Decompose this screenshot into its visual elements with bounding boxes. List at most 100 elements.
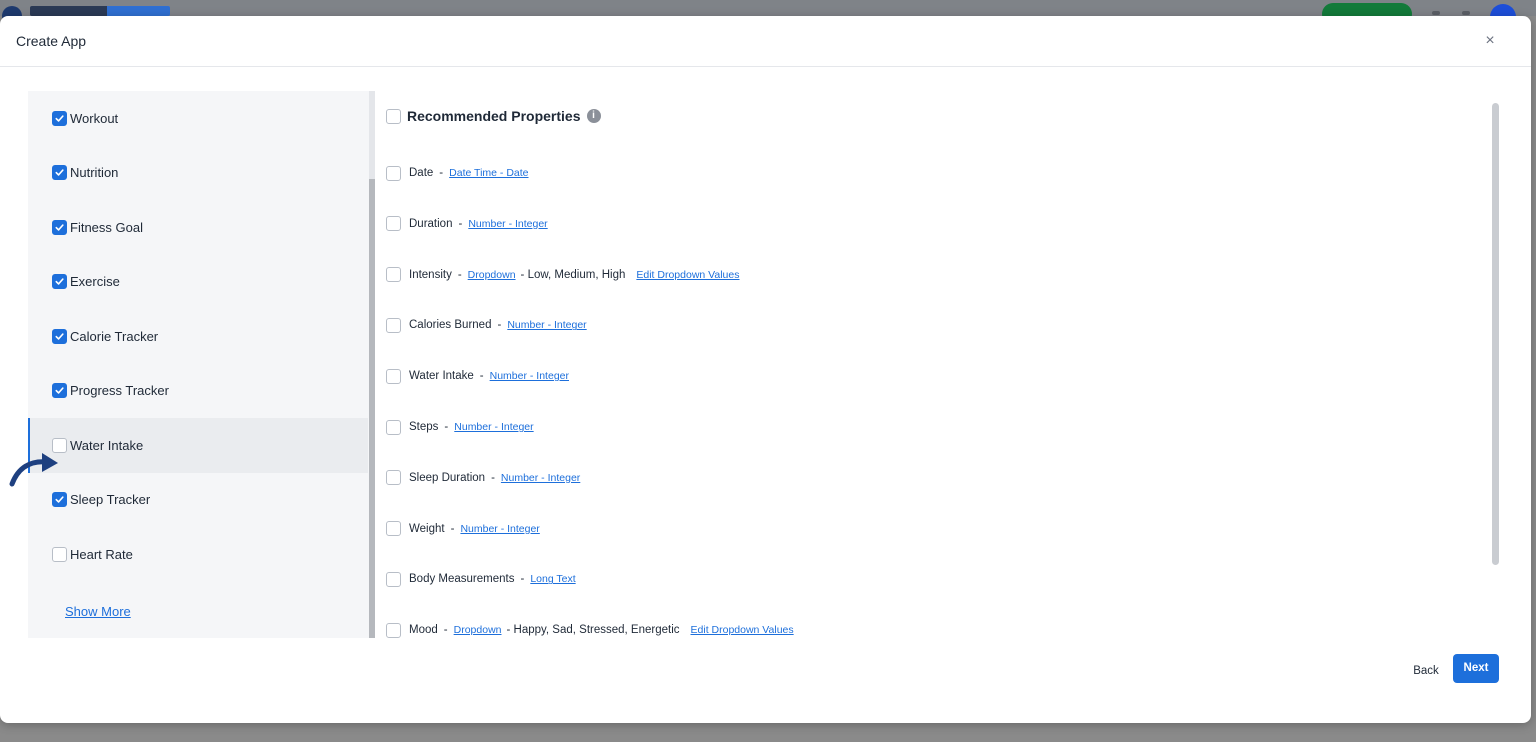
property-name: Water Intake <box>409 370 474 383</box>
property-checkbox[interactable] <box>386 521 401 537</box>
property-name: Date <box>409 167 434 179</box>
property-row: Date - Date Time - Date <box>386 164 529 182</box>
modal-header: Create App × <box>0 16 1531 67</box>
select-all-checkbox[interactable] <box>386 108 401 124</box>
app-category-sidebar: Workout Nutrition Fitness Goal Exercise Calo… <box>28 91 375 638</box>
sidebar-item-label: Calorie Tracker <box>70 328 159 344</box>
sidebar-item[interactable]: Nutrition <box>28 146 368 201</box>
modal-title: Create App <box>16 33 87 49</box>
sidebar-item[interactable]: Water Intake <box>28 418 368 473</box>
background-nav-icon <box>1462 11 1470 15</box>
sidebar-item-label: Sleep Tracker <box>70 492 151 508</box>
property-separator: - <box>444 421 449 433</box>
property-checkbox[interactable] <box>386 165 401 181</box>
create-app-modal: Create App × Workout Nutrition Fitness Goa… <box>0 16 1531 723</box>
property-separator: - <box>497 319 502 332</box>
property-name: Sleep Duration <box>409 471 486 484</box>
edit-dropdown-values-link[interactable]: Edit Dropdown Values <box>691 624 794 636</box>
property-checkbox[interactable] <box>386 216 401 232</box>
property-separator: - <box>479 370 484 383</box>
sidebar-item-checkbox[interactable] <box>52 328 67 344</box>
property-checkbox[interactable] <box>386 317 401 333</box>
property-row: Intensity - Dropdown - Low, Medium, High Edi… <box>386 266 740 284</box>
property-row: Weight - Number - Integer <box>386 520 540 538</box>
close-icon[interactable]: × <box>1481 32 1499 50</box>
sidebar-item-label: Progress Tracker <box>70 383 169 399</box>
sidebar-item[interactable]: Workout <box>28 91 368 146</box>
sidebar-item[interactable]: Exercise <box>28 255 368 310</box>
property-type-link[interactable]: Long Text <box>530 573 575 585</box>
property-type-link[interactable]: Dropdown <box>454 624 502 636</box>
dropdown-options: - Happy, Sad, Stressed, Energetic <box>506 624 680 637</box>
property-type-link[interactable]: Number - Integer <box>490 370 569 382</box>
property-separator: - <box>443 624 448 637</box>
property-checkbox[interactable] <box>386 368 401 384</box>
property-separator: - <box>439 167 444 179</box>
sidebar-item-label: Fitness Goal <box>70 219 143 235</box>
property-separator: - <box>450 522 455 535</box>
property-row: Steps - Number - Integer <box>386 418 534 436</box>
property-separator: - <box>457 268 462 281</box>
sidebar-item[interactable]: Calorie Tracker <box>28 309 368 364</box>
background-logo-wordmark <box>30 6 170 16</box>
property-separator: - <box>458 217 463 230</box>
property-row: Mood - Dropdown - Happy, Sad, Stressed, Ene… <box>386 621 794 639</box>
property-name: Steps <box>409 421 439 433</box>
pointer-arrow-icon <box>9 453 58 487</box>
property-name: Duration <box>409 217 453 230</box>
background-app-bar <box>0 0 1536 16</box>
properties-panel: Recommended Properties i Date - Date Time … <box>386 91 1486 651</box>
sidebar-item-label: Exercise <box>70 274 120 290</box>
property-row: Water Intake - Number - Integer <box>386 367 569 385</box>
sidebar-item[interactable]: Progress Tracker <box>28 364 368 419</box>
property-separator: - <box>491 471 495 484</box>
sidebar-item[interactable]: Fitness Goal <box>28 200 368 255</box>
sidebar-item-label: Heart Rate <box>70 546 133 562</box>
property-type-link[interactable]: Dropdown <box>468 269 516 281</box>
property-separator: - <box>520 573 525 586</box>
property-row: Calories Burned - Number - Integer <box>386 316 587 334</box>
property-name: Calories Burned <box>409 319 492 332</box>
sidebar-item[interactable]: Sleep Tracker <box>28 473 368 528</box>
property-row: Sleep Duration - Number - Integer <box>386 469 580 487</box>
show-more-link[interactable]: Show More <box>65 604 131 619</box>
recommended-properties-title: Recommended Properties <box>407 108 581 124</box>
next-button[interactable]: Next <box>1453 654 1499 683</box>
property-checkbox[interactable] <box>386 622 401 638</box>
property-type-link[interactable]: Date Time - Date <box>449 167 528 179</box>
property-type-link[interactable]: Number - Integer <box>454 421 533 433</box>
sidebar-item-label: Nutrition <box>70 165 119 181</box>
property-checkbox[interactable] <box>386 419 401 435</box>
property-row: Duration - Number - Integer <box>386 215 548 233</box>
property-checkbox[interactable] <box>386 470 401 486</box>
sidebar-item-label: Water Intake <box>70 437 144 453</box>
property-type-link[interactable]: Number - Integer <box>460 523 539 535</box>
sidebar-item-checkbox[interactable] <box>52 274 67 290</box>
sidebar-item-checkbox[interactable] <box>52 110 67 126</box>
property-checkbox[interactable] <box>386 571 401 587</box>
property-row: Body Measurements - Long Text <box>386 570 576 588</box>
sidebar-item-checkbox[interactable] <box>52 546 67 562</box>
sidebar-item-checkbox[interactable] <box>52 383 67 399</box>
property-name: Weight <box>409 522 445 535</box>
property-type-link[interactable]: Number - Integer <box>501 472 580 484</box>
sidebar-item-checkbox[interactable] <box>52 165 67 181</box>
recommended-properties-header: Recommended Properties i <box>386 108 601 124</box>
sidebar-item-label: Workout <box>70 110 119 126</box>
property-type-link[interactable]: Number - Integer <box>507 319 586 331</box>
sidebar-scrollbar-thumb[interactable] <box>369 179 375 638</box>
sidebar-item-checkbox[interactable] <box>52 219 67 235</box>
property-name: Body Measurements <box>409 573 515 586</box>
property-checkbox[interactable] <box>386 267 401 283</box>
property-name: Mood <box>409 624 438 637</box>
back-button[interactable]: Back <box>1404 659 1448 683</box>
background-nav-icon <box>1432 11 1440 15</box>
edit-dropdown-values-link[interactable]: Edit Dropdown Values <box>636 269 739 281</box>
property-type-link[interactable]: Number - Integer <box>468 218 547 230</box>
main-scrollbar[interactable] <box>1492 103 1499 565</box>
sidebar-list: Workout Nutrition Fitness Goal Exercise Calo… <box>28 91 368 582</box>
sidebar-item[interactable]: Heart Rate <box>28 527 368 582</box>
info-icon[interactable]: i <box>586 109 601 123</box>
sidebar-item-checkbox[interactable] <box>52 492 67 508</box>
dropdown-options: - Low, Medium, High <box>520 268 626 281</box>
